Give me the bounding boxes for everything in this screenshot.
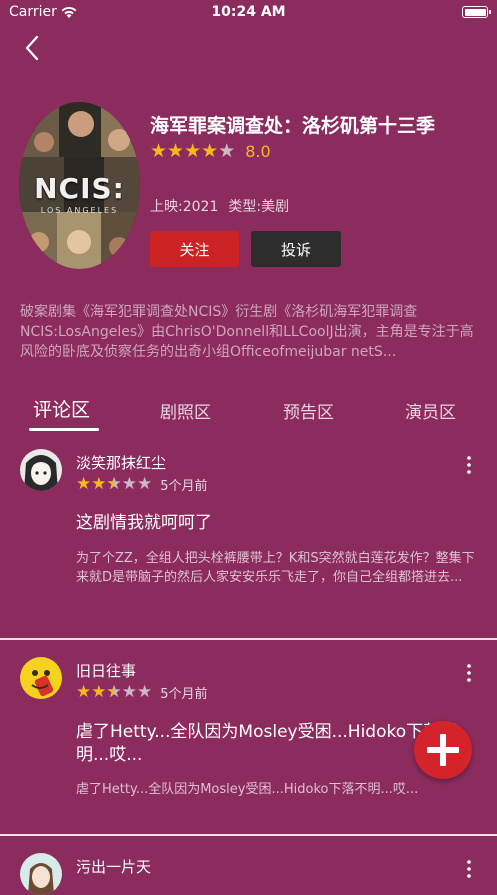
divider — [0, 638, 497, 640]
more-options-icon[interactable] — [462, 859, 476, 879]
follow-button[interactable]: 关注 — [150, 231, 239, 267]
tab-reviews[interactable]: 评论区 — [33, 395, 90, 422]
reviewer-name[interactable]: 污出一片天 — [76, 856, 151, 877]
show-poster: NCIS: LOS ANGELES — [19, 102, 140, 269]
rating-score: 8.0 — [245, 142, 271, 161]
star-icon: ★ — [201, 140, 219, 162]
clock: 10:24 AM — [211, 4, 286, 20]
add-review-button[interactable] — [414, 721, 472, 779]
rating-stars: ★ ★ ★ ★ ★ — [150, 142, 235, 161]
star-icon: ★ — [91, 474, 107, 494]
star-icon: ★ — [76, 682, 92, 702]
poster-subtitle: LOS ANGELES — [40, 206, 119, 215]
star-icon: ★ — [121, 474, 137, 494]
back-chevron-icon[interactable] — [20, 33, 46, 63]
star-icon: ★ — [121, 682, 137, 702]
star-icon: ★ — [76, 474, 92, 494]
star-icon: ★ — [167, 140, 185, 162]
tab-stills[interactable]: 剧照区 — [160, 398, 211, 423]
status-bar: Carrier 10:24 AM — [0, 0, 497, 26]
avatar[interactable] — [20, 657, 62, 699]
tab-trailers[interactable]: 预告区 — [283, 398, 334, 423]
star-half-icon: ★ — [107, 476, 122, 494]
report-button[interactable]: 投诉 — [251, 231, 341, 267]
review-body: 虐了Hetty...全队因为Mosley受困...Hidoko下落不明...哎.… — [76, 782, 419, 797]
battery-icon — [462, 6, 491, 18]
review-body: 为了个ZZ，全组人把头栓裤腰带上？K和S突然就白莲花发作？整集下来就D是带脑子的… — [76, 551, 475, 585]
star-icon: ★ — [137, 474, 153, 494]
reviewer-name[interactable]: 淡笑那抹红尘 — [76, 452, 166, 473]
synopsis[interactable]: 破案剧集《海军犯罪调查处NCIS》衍生剧《洛杉矶海军犯罪调查NCIS:LosAn… — [20, 302, 478, 362]
review-headline: 这剧情我就呵呵了 — [76, 513, 212, 533]
divider — [0, 834, 497, 836]
more-options-icon[interactable] — [462, 455, 476, 475]
star-icon: ★ — [137, 682, 153, 702]
star-icon: ★ — [218, 140, 236, 162]
more-options-icon[interactable] — [462, 663, 476, 683]
tab-bar: 评论区 剧照区 预告区 演员区 — [0, 395, 497, 435]
show-title: 海军罪案调查处：洛杉矶第十三季 — [150, 115, 436, 137]
review-time: 5个月前 — [160, 479, 208, 494]
tab-indicator — [29, 428, 99, 431]
star-half-icon: ★ — [107, 684, 122, 702]
release-year: 上映:2021 — [150, 199, 219, 215]
review-rating: ★ ★ ★ ★ ★ 5个月前 — [76, 474, 208, 495]
genre: 类型:美剧 — [228, 199, 290, 215]
avatar[interactable] — [20, 449, 62, 491]
star-icon: ★ — [184, 140, 202, 162]
tab-cast[interactable]: 演员区 — [405, 398, 456, 423]
show-rating: ★ ★ ★ ★ ★ 8.0 — [150, 142, 271, 162]
star-icon: ★ — [91, 682, 107, 702]
review-time: 5个月前 — [160, 687, 208, 702]
show-meta: 上映:2021 类型:美剧 — [150, 196, 289, 216]
reviewer-name[interactable]: 旧日往事 — [76, 660, 136, 681]
avatar[interactable] — [20, 853, 62, 895]
poster-title: NCIS: — [34, 172, 125, 205]
review-rating: ★ ★ ★ ★ ★ 5个月前 — [76, 682, 208, 703]
star-icon: ★ — [150, 140, 168, 162]
